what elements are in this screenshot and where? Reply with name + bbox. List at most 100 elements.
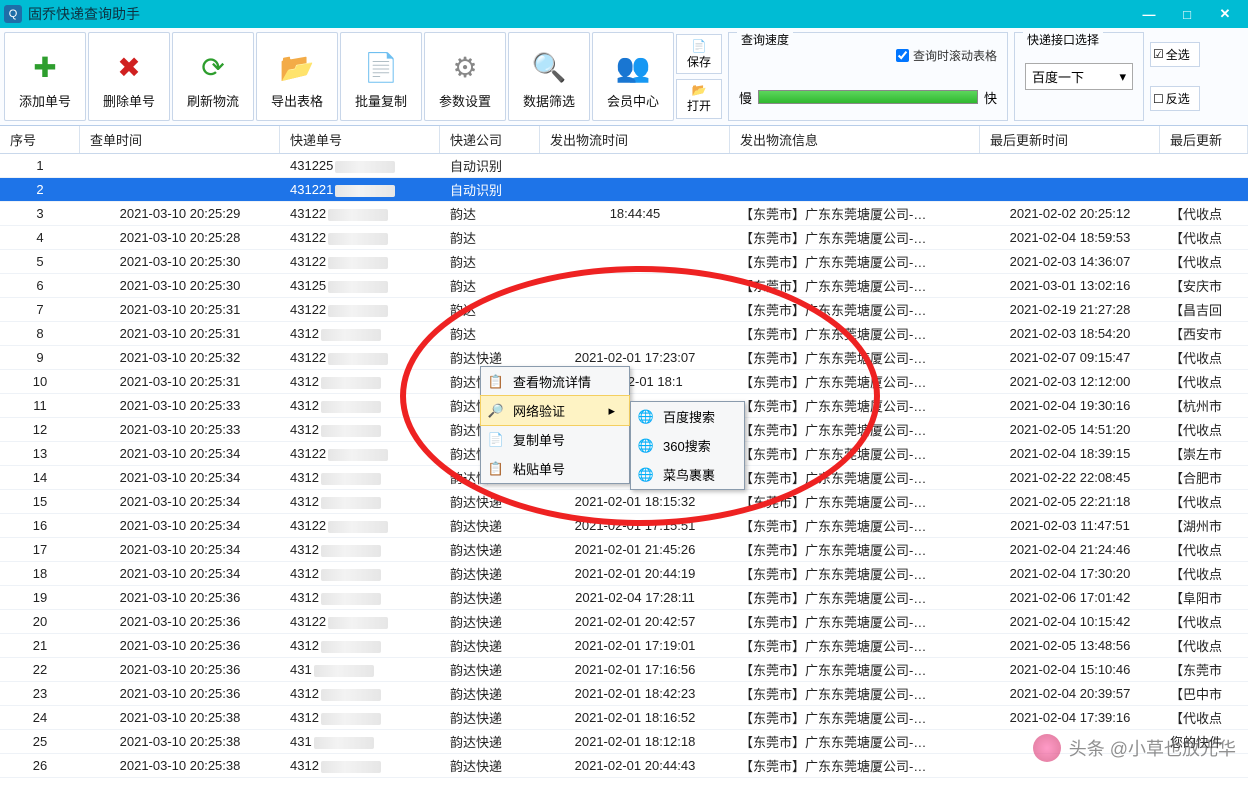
tool-icon: ⚙ — [445, 47, 485, 87]
cell-send: 2021-02-01 17:15:51 — [540, 518, 730, 533]
ctx-item[interactable]: 🌐百度搜索 — [631, 402, 744, 431]
cell-qtime: 2021-03-10 20:25:36 — [80, 662, 280, 677]
tool-添加单号[interactable]: ✚添加单号 — [4, 32, 86, 121]
tool-参数设置[interactable]: ⚙ 参数设置 — [424, 32, 506, 121]
app-icon: Q — [4, 5, 22, 23]
toolbar: ✚添加单号✖删除单号⟳刷新物流📂导出表格📄批量复制 ⚙ 参数设置 🔍数据筛选👥会员中心… — [0, 28, 1248, 126]
tool-数据筛选[interactable]: 🔍数据筛选 — [508, 32, 590, 121]
cell-send: 2021-02-01 17:19:01 — [540, 638, 730, 653]
table-row[interactable]: 212021-03-10 20:25:364312韵达快递2021-02-01 … — [0, 634, 1248, 658]
tool-刷新物流[interactable]: ⟳刷新物流 — [172, 32, 254, 121]
cell-info: 【东莞市】广东东莞塘厦公司-… — [730, 420, 980, 439]
table-row[interactable]: 72021-03-10 20:25:3143122韵达【东莞市】广东东莞塘厦公司… — [0, 298, 1248, 322]
tool-会员中心[interactable]: 👥会员中心 — [592, 32, 674, 121]
cell-qtime: 2021-03-10 20:25:31 — [80, 374, 280, 389]
minimize-button[interactable]: — — [1130, 3, 1168, 25]
cell-num: 4312 — [280, 326, 440, 341]
column-header[interactable]: 最后更新时间 — [980, 126, 1160, 153]
select-all-button[interactable]: ☑全选 — [1150, 42, 1200, 67]
cell-seq: 22 — [0, 662, 80, 677]
column-header[interactable]: 快递单号 — [280, 126, 440, 153]
ctx-icon: 📄 — [487, 431, 505, 449]
ctx-item[interactable]: 🌐菜鸟裹裹 — [631, 460, 744, 489]
cell-num: 4312 — [280, 494, 440, 509]
iface-select[interactable]: 百度一下▾ — [1025, 63, 1133, 90]
context-menu[interactable]: 📋查看物流详情🔎网络验证▸📄复制单号📋粘贴单号 — [480, 366, 630, 484]
tool-批量复制[interactable]: 📄批量复制 — [340, 32, 422, 121]
ctx-icon: 🔎 — [487, 402, 505, 420]
tool-label: 删除单号 — [103, 91, 155, 110]
table-row[interactable]: 232021-03-10 20:25:364312韵达快递2021-02-01 … — [0, 682, 1248, 706]
save-button[interactable]: 📄保存 — [676, 34, 722, 74]
column-header[interactable]: 发出物流信息 — [730, 126, 980, 153]
table-row[interactable]: 242021-03-10 20:25:384312韵达快递2021-02-01 … — [0, 706, 1248, 730]
table-row[interactable]: 202021-03-10 20:25:3643122韵达快递2021-02-01… — [0, 610, 1248, 634]
cell-qtime: 2021-03-10 20:25:36 — [80, 590, 280, 605]
table-row[interactable]: 82021-03-10 20:25:314312韵达【东莞市】广东东莞塘厦公司-… — [0, 322, 1248, 346]
tool-label: 参数设置 — [439, 91, 491, 110]
invert-select-button[interactable]: ☐反选 — [1150, 86, 1200, 111]
slow-label: 慢 — [739, 88, 752, 107]
column-header[interactable]: 发出物流时间 — [540, 126, 730, 153]
cell-num: 4312 — [280, 710, 440, 725]
table-row[interactable]: 172021-03-10 20:25:344312韵达快递2021-02-01 … — [0, 538, 1248, 562]
watermark-text: 头条 @小草也放光华 — [1069, 735, 1236, 761]
cell-loc: 【东莞市 — [1160, 660, 1248, 679]
close-button[interactable]: ✕ — [1206, 3, 1244, 25]
table-row[interactable]: 32021-03-10 20:25:2943122韵达18:44:45【东莞市】… — [0, 202, 1248, 226]
column-header[interactable]: 快递公司 — [440, 126, 540, 153]
cell-seq: 26 — [0, 758, 80, 773]
table-row[interactable]: 2431221自动识别 — [0, 178, 1248, 202]
column-header[interactable]: 最后更新 — [1160, 126, 1248, 153]
table-row[interactable]: 42021-03-10 20:25:2843122韵达【东莞市】广东东莞塘厦公司… — [0, 226, 1248, 250]
grid-body[interactable]: 1431225自动识别2431221自动识别32021-03-10 20:25:… — [0, 154, 1248, 792]
cell-info: 【东莞市】广东东莞塘厦公司-… — [730, 396, 980, 415]
cell-info: 【东莞市】广东东莞塘厦公司-… — [730, 684, 980, 703]
cell-send: 2021-02-04 17:28:11 — [540, 590, 730, 605]
table-row[interactable]: 62021-03-10 20:25:3043125韵达【东莞市】广东东莞塘厦公司… — [0, 274, 1248, 298]
table-row[interactable]: 222021-03-10 20:25:36431韵达快递2021-02-01 1… — [0, 658, 1248, 682]
maximize-button[interactable]: □ — [1168, 3, 1206, 25]
cell-info: 【东莞市】广东东莞塘厦公司-… — [730, 708, 980, 727]
cell-company: 韵达快递 — [440, 540, 540, 559]
cell-qtime: 2021-03-10 20:25:38 — [80, 734, 280, 749]
ctx-item[interactable]: 🌐360搜索 — [631, 431, 744, 460]
scroll-checkbox[interactable] — [896, 49, 909, 62]
table-row[interactable]: 1431225自动识别 — [0, 154, 1248, 178]
tool-导出表格[interactable]: 📂导出表格 — [256, 32, 338, 121]
tool-label: 导出表格 — [271, 91, 323, 110]
context-submenu[interactable]: 🌐百度搜索🌐360搜索🌐菜鸟裹裹 — [630, 401, 745, 490]
ctx-item[interactable]: 📋粘贴单号 — [481, 454, 629, 483]
cell-info: 【东莞市】广东东莞塘厦公司-… — [730, 372, 980, 391]
cell-info: 【东莞市】广东东莞塘厦公司-… — [730, 444, 980, 463]
table-row[interactable]: 162021-03-10 20:25:3443122韵达快递2021-02-01… — [0, 514, 1248, 538]
table-row[interactable]: 152021-03-10 20:25:344312韵达快递2021-02-01 … — [0, 490, 1248, 514]
cell-loc: 【昌吉回 — [1160, 300, 1248, 319]
cell-info: 【东莞市】广东东莞塘厦公司-… — [730, 612, 980, 631]
cell-seq: 8 — [0, 326, 80, 341]
cell-num: 43122 — [280, 446, 440, 461]
ctx-item[interactable]: 📄复制单号 — [481, 425, 629, 454]
cell-qtime: 2021-03-10 20:25:33 — [80, 398, 280, 413]
speed-slider[interactable] — [758, 90, 978, 104]
open-button[interactable]: 📂打开 — [676, 79, 722, 119]
ctx-icon: 📋 — [487, 373, 505, 391]
cell-num: 43122 — [280, 302, 440, 317]
cell-qtime: 2021-03-10 20:25:34 — [80, 566, 280, 581]
cell-qtime: 2021-03-10 20:25:31 — [80, 326, 280, 341]
table-row[interactable]: 52021-03-10 20:25:3043122韵达【东莞市】广东东莞塘厦公司… — [0, 250, 1248, 274]
cell-loc: 【代收点 — [1160, 564, 1248, 583]
cell-loc: 【代收点 — [1160, 348, 1248, 367]
cell-loc: 【杭州市 — [1160, 396, 1248, 415]
ctx-item[interactable]: 📋查看物流详情 — [481, 367, 629, 396]
tool-删除单号[interactable]: ✖删除单号 — [88, 32, 170, 121]
table-row[interactable]: 192021-03-10 20:25:364312韵达快递2021-02-04 … — [0, 586, 1248, 610]
table-row[interactable]: 182021-03-10 20:25:344312韵达快递2021-02-01 … — [0, 562, 1248, 586]
cell-qtime: 2021-03-10 20:25:36 — [80, 638, 280, 653]
cell-upd: 2021-02-03 11:47:51 — [980, 518, 1160, 533]
column-header[interactable]: 序号 — [0, 126, 80, 153]
cell-info: 【东莞市】广东东莞塘厦公司-… — [730, 564, 980, 583]
column-header[interactable]: 查单时间 — [80, 126, 280, 153]
cell-send: 2021-02-01 18:12:18 — [540, 734, 730, 749]
ctx-item[interactable]: 🔎网络验证▸ — [480, 395, 630, 426]
